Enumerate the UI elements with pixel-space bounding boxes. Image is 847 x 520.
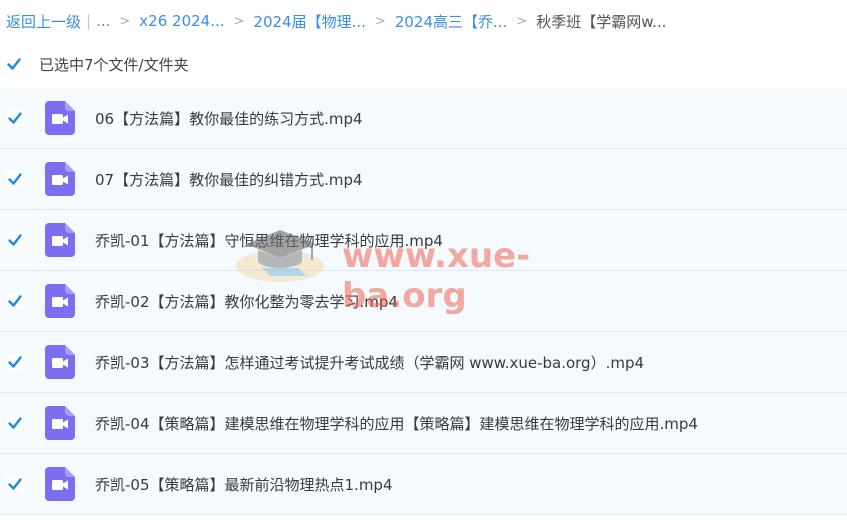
file-checkbox[interactable] [7, 476, 23, 492]
video-file-icon [45, 406, 75, 440]
breadcrumb-current: 秋季班【学霸网w... [536, 12, 667, 31]
chevron-right-icon: > [374, 13, 386, 29]
video-file-icon [45, 223, 75, 257]
chevron-right-icon: > [119, 13, 131, 29]
file-checkbox[interactable] [7, 232, 23, 248]
file-name[interactable]: 07【方法篇】教你最佳的纠错方式.mp4 [95, 169, 363, 190]
breadcrumb-item[interactable]: x26 2024... [139, 12, 224, 30]
file-row[interactable]: 乔凯-05【策略篇】最新前沿物理热点1.mp4 [0, 454, 847, 515]
file-checkbox[interactable] [7, 354, 23, 370]
video-file-icon [45, 284, 75, 318]
video-file-icon [45, 101, 75, 135]
file-checkbox[interactable] [7, 171, 23, 187]
file-name[interactable]: 06【方法篇】教你最佳的练习方式.mp4 [95, 108, 363, 129]
file-checkbox[interactable] [7, 415, 23, 431]
chevron-right-icon: > [233, 13, 245, 29]
file-row[interactable]: 乔凯-01【方法篇】守恒思维在物理学科的应用.mp4 [0, 210, 847, 271]
video-file-icon [45, 162, 75, 196]
file-name[interactable]: 乔凯-04【策略篇】建模思维在物理学科的应用【策略篇】建模思维在物理学科的应用.… [95, 413, 698, 434]
file-name[interactable]: 乔凯-03【方法篇】怎样通过考试提升考试成绩（学霸网 www.xue-ba.or… [95, 352, 644, 373]
file-row[interactable]: 07【方法篇】教你最佳的纠错方式.mp4 [0, 149, 847, 210]
selection-count-label: 已选中7个文件/文件夹 [39, 55, 189, 74]
video-file-icon [45, 345, 75, 379]
checkmark-icon [8, 356, 22, 368]
video-file-icon [45, 467, 75, 501]
chevron-right-icon: > [516, 13, 528, 29]
file-name[interactable]: 乔凯-02【方法篇】教你化整为零去学习.mp4 [95, 291, 398, 312]
checkmark-icon [8, 417, 22, 429]
file-row[interactable]: 乔凯-04【策略篇】建模思维在物理学科的应用【策略篇】建模思维在物理学科的应用.… [0, 393, 847, 454]
file-list: 06【方法篇】教你最佳的练习方式.mp4 07【方法篇】教你最佳的纠错方式.mp… [0, 88, 847, 515]
file-name[interactable]: 乔凯-05【策略篇】最新前沿物理热点1.mp4 [95, 474, 393, 495]
breadcrumb-divider: | [86, 12, 92, 30]
file-row[interactable]: 乔凯-02【方法篇】教你化整为零去学习.mp4 [0, 271, 847, 332]
checkmark-icon [8, 234, 22, 246]
file-checkbox[interactable] [7, 293, 23, 309]
checkmark-icon [8, 295, 22, 307]
breadcrumb-item[interactable]: 2024届【物理... [253, 11, 365, 32]
select-all-checkbox[interactable] [6, 56, 22, 72]
selection-bar: 已选中7个文件/文件夹 [6, 50, 189, 78]
breadcrumb-ellipsis[interactable]: ... [96, 12, 110, 30]
file-row[interactable]: 乔凯-03【方法篇】怎样通过考试提升考试成绩（学霸网 www.xue-ba.or… [0, 332, 847, 393]
file-name[interactable]: 乔凯-01【方法篇】守恒思维在物理学科的应用.mp4 [95, 230, 443, 251]
checkmark-icon [8, 112, 22, 124]
checkmark-icon [8, 173, 22, 185]
file-row[interactable]: 06【方法篇】教你最佳的练习方式.mp4 [0, 88, 847, 149]
checkmark-icon [8, 478, 22, 490]
breadcrumb-item[interactable]: 2024高三【乔... [395, 11, 507, 32]
breadcrumb: 返回上一级 | ... > x26 2024... > 2024届【物理... … [6, 8, 841, 34]
file-checkbox[interactable] [7, 110, 23, 126]
back-link[interactable]: 返回上一级 [6, 11, 81, 32]
checkmark-icon [7, 58, 21, 70]
